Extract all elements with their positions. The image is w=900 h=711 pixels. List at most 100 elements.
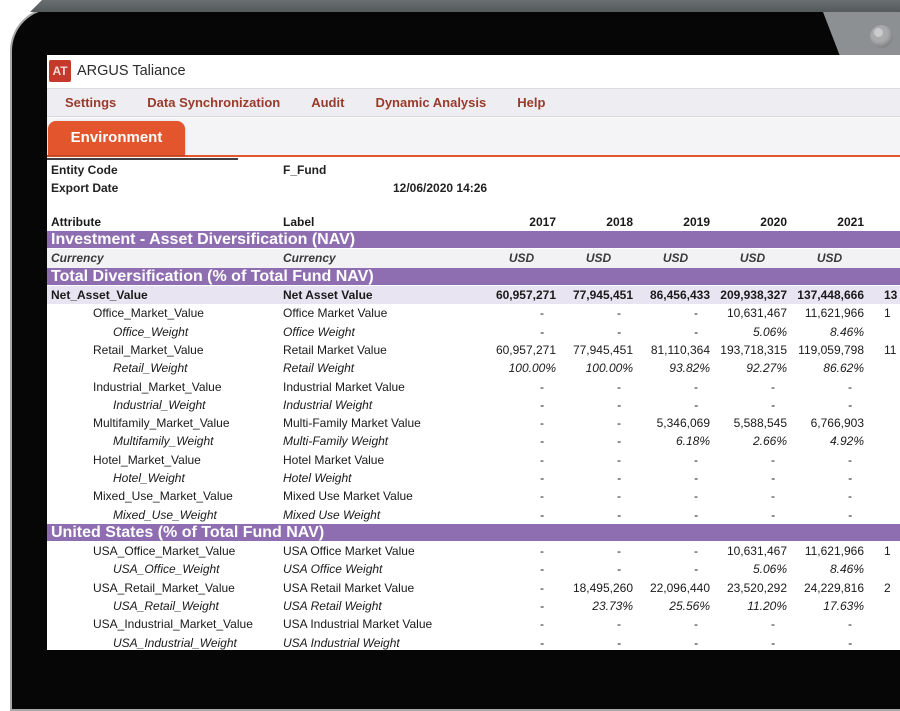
- value-cell: 77,945,451: [560, 343, 637, 357]
- value-cell: 60,957,271: [483, 343, 560, 357]
- value-cell: -: [483, 434, 560, 448]
- value-cell: -: [714, 489, 791, 503]
- table-row-net-asset-value: Net_Asset_ValueNet Asset Value60,957,271…: [47, 286, 900, 304]
- value-cell: 24,229,816: [791, 581, 868, 595]
- label-cell: USA Retail Market Value: [281, 581, 483, 595]
- value-cell: -: [483, 398, 560, 412]
- value-cell: 11: [868, 343, 900, 357]
- value-cell: 25.56%: [637, 599, 714, 613]
- col-attribute-header: Attribute: [47, 215, 281, 229]
- value-cell: 23.73%: [560, 599, 637, 613]
- value-cell: -: [560, 398, 637, 412]
- value-cell: -: [637, 489, 714, 503]
- attribute-cell: Multifamily_Weight: [47, 434, 281, 448]
- value-cell: -: [791, 636, 868, 650]
- value-cell: -: [791, 617, 868, 631]
- value-cell: -: [560, 508, 637, 522]
- value-cell: 1: [868, 306, 900, 320]
- value-cell: -: [560, 453, 637, 467]
- table-row-usa-retail-market-value: USA_Retail_Market_ValueUSA Retail Market…: [47, 579, 900, 597]
- value-cell: -: [791, 380, 868, 394]
- label-cell: Multi-Family Market Value: [281, 416, 483, 430]
- value-cell: 18,495,260: [560, 581, 637, 595]
- value-cell: -: [791, 453, 868, 467]
- attribute-cell: USA_Retail_Weight: [47, 599, 281, 613]
- value-cell: 2.66%: [714, 434, 791, 448]
- value-cell: -: [483, 508, 560, 522]
- value-cell: -: [483, 325, 560, 339]
- value-cell: 193,718,315: [714, 343, 791, 357]
- value-cell: -: [483, 416, 560, 430]
- attribute-cell: USA_Office_Weight: [47, 562, 281, 576]
- value-cell: 22,096,440: [637, 581, 714, 595]
- value-cell: -: [714, 453, 791, 467]
- label-cell: Industrial Weight: [281, 398, 483, 412]
- value-cell: -: [714, 617, 791, 631]
- value-cell: -: [714, 636, 791, 650]
- value-cell: -: [637, 398, 714, 412]
- table-row-usa-retail-weight: USA_Retail_WeightUSA Retail Weight-23.73…: [47, 597, 900, 615]
- value-cell: 100.00%: [483, 361, 560, 375]
- value-cell: 10,631,467: [714, 306, 791, 320]
- table-row-industrial-weight: Industrial_WeightIndustrial Weight-----: [47, 396, 900, 414]
- value-cell: 119,059,798: [791, 343, 868, 357]
- value-cell: 137,448,666: [791, 288, 868, 302]
- value-cell: 11,621,966: [791, 306, 868, 320]
- value-cell: -: [714, 380, 791, 394]
- table-row-multifamily-market-value: Multifamily_Market_ValueMulti-Family Mar…: [47, 414, 900, 432]
- label-cell: Office Market Value: [281, 306, 483, 320]
- cell-selection-indicator: [47, 158, 238, 160]
- value-cell: USD: [483, 251, 560, 265]
- value-cell: -: [560, 306, 637, 320]
- attribute-cell: Mixed_Use_Weight: [47, 508, 281, 522]
- attribute-cell: USA_Industrial_Weight: [47, 636, 281, 650]
- value-cell: -: [560, 489, 637, 503]
- table-row-mixed-use-weight: Mixed_Use_WeightMixed Use Weight-----: [47, 505, 900, 523]
- menu-item-settings[interactable]: Settings: [65, 95, 116, 110]
- value-cell: 11.20%: [714, 599, 791, 613]
- table-row-usa-office-weight: USA_Office_WeightUSA Office Weight---5.0…: [47, 560, 900, 578]
- table-row-retail-weight: Retail_WeightRetail Weight100.00%100.00%…: [47, 359, 900, 377]
- menu-item-audit[interactable]: Audit: [311, 95, 344, 110]
- year-header-2017: 2017: [483, 215, 560, 229]
- value-cell: -: [560, 636, 637, 650]
- attribute-cell: Office_Weight: [47, 325, 281, 339]
- value-cell: 86,456,433: [637, 288, 714, 302]
- label-cell: USA Industrial Market Value: [281, 617, 483, 631]
- value-cell: 92.27%: [714, 361, 791, 375]
- value-cell: 8.46%: [791, 562, 868, 576]
- tab-environment[interactable]: Environment: [48, 121, 185, 155]
- label-cell: Net Asset Value: [281, 288, 483, 302]
- attribute-cell: Net_Asset_Value: [47, 288, 281, 302]
- monitor-top-edge: [30, 0, 900, 12]
- section-band-total-diversification-of-total-fund-nav: Total Diversification (% of Total Fund N…: [47, 268, 900, 286]
- label-cell: USA Office Market Value: [281, 544, 483, 558]
- app-logo-icon: AT: [49, 60, 71, 82]
- label-cell: Currency: [281, 251, 483, 265]
- value-cell: -: [483, 471, 560, 485]
- menu-item-dynamic-analysis[interactable]: Dynamic Analysis: [375, 95, 486, 110]
- value-cell: -: [637, 508, 714, 522]
- col-label-header: Label: [281, 215, 483, 229]
- label-cell: USA Retail Weight: [281, 599, 483, 613]
- table-row-usa-industrial-weight: USA_Industrial_WeightUSA Industrial Weig…: [47, 634, 900, 650]
- menu-item-help[interactable]: Help: [517, 95, 545, 110]
- value-cell: 81,110,364: [637, 343, 714, 357]
- value-cell: -: [637, 562, 714, 576]
- label-cell: Hotel Weight: [281, 471, 483, 485]
- attribute-cell: Mixed_Use_Market_Value: [47, 489, 281, 503]
- attribute-cell: Industrial_Weight: [47, 398, 281, 412]
- app-title: ARGUS Taliance: [77, 63, 186, 79]
- value-cell: USD: [637, 251, 714, 265]
- value-cell: -: [483, 453, 560, 467]
- value-cell: 100.00%: [560, 361, 637, 375]
- value-cell: -: [637, 617, 714, 631]
- table-row-mixed-use-market-value: Mixed_Use_Market_ValueMixed Use Market V…: [47, 487, 900, 505]
- value-cell: -: [714, 398, 791, 412]
- menu-item-data-synchronization[interactable]: Data Synchronization: [147, 95, 280, 110]
- table-row-hotel-weight: Hotel_WeightHotel Weight-----: [47, 469, 900, 487]
- value-cell: 13: [868, 288, 900, 302]
- webcam-glint: [874, 28, 883, 37]
- table-row-industrial-market-value: Industrial_Market_ValueIndustrial Market…: [47, 377, 900, 395]
- label-cell: Office Weight: [281, 325, 483, 339]
